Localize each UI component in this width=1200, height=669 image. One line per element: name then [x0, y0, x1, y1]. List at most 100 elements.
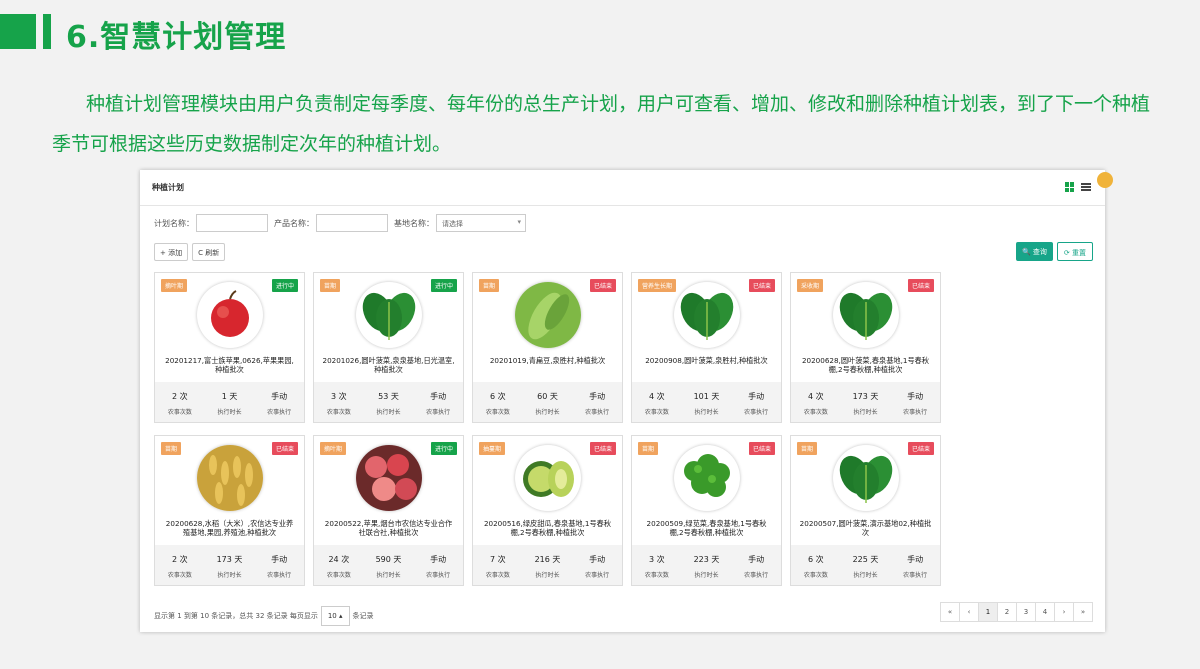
duration-label: 执行时长: [535, 572, 560, 579]
exec-stat: 手动 农事执行: [731, 382, 781, 422]
page-button[interactable]: »: [1073, 602, 1093, 622]
page-button[interactable]: «: [940, 602, 960, 622]
title-accent-block: [0, 14, 36, 49]
exec-stat: 手动 农事执行: [890, 545, 940, 585]
page-button[interactable]: 4: [1035, 602, 1055, 622]
page-size-select[interactable]: 10 ▴: [320, 606, 350, 626]
exec-label: 农事执行: [585, 572, 610, 579]
plan-card[interactable]: 苗期 已结束 20200509,绿苋菜,春泉基地,1号春秋棚,2号春秋棚,种植批次 3…: [631, 435, 782, 586]
duration-stat: 173 天执行时长: [841, 382, 891, 422]
farm-count-stat: 6 次农事次数: [473, 382, 523, 422]
duration-stat: 60 天执行时长: [523, 382, 573, 422]
farm-count-value: 6 次: [808, 555, 824, 564]
apple-photo: [197, 282, 263, 348]
refresh-button[interactable]: C 刷新: [192, 243, 226, 261]
duration-value: 101 天: [693, 392, 720, 401]
plan-card[interactable]: 摘叶期 进行中 20200522,苹果,烟台市农信达专业合作社联合社,种植批次 24 …: [313, 435, 464, 586]
apples-photo: [356, 445, 422, 511]
pagination-info-suffix: 条记录: [352, 612, 374, 620]
card-title: 20200507,圆叶菠菜,演示基地02,种植批次: [799, 519, 932, 537]
page-button[interactable]: ‹: [959, 602, 979, 622]
product-name-label: 产品名称：: [274, 218, 314, 228]
plan-card-grid: 摘叶期 进行中 20201217,富士族苹果,0626,苹果果园,种植批次 2 次农事…: [154, 272, 954, 586]
card-stats: 4 次农事次数 173 天执行时长 手动 农事执行: [791, 382, 940, 422]
greens-photo: [674, 445, 740, 511]
plan-name-input[interactable]: [196, 214, 268, 232]
exec-value: 手动: [748, 392, 765, 401]
farm-count-value: 3 次: [331, 392, 347, 401]
plan-card[interactable]: 苗期 进行中 20201026,圆叶菠菜,泉泉基地,日光温室,种植批次 3 次农事次数…: [313, 272, 464, 423]
farm-count-label: 农事次数: [803, 572, 828, 579]
card-title: 20201019,青扁豆,泉胜村,种植批次: [489, 356, 606, 365]
base-name-label: 基地名称：: [394, 218, 434, 228]
farm-count-value: 6 次: [490, 392, 506, 401]
duration-label: 执行时长: [853, 572, 878, 579]
exec-stat: 手动 农事执行: [413, 545, 463, 585]
growth-stage-badge: 摘叶期: [161, 279, 188, 292]
duration-value: 60 天: [537, 392, 558, 401]
farm-count-value: 4 次: [649, 392, 665, 401]
duration-value: 216 天: [534, 555, 561, 564]
farm-count-label: 农事次数: [485, 572, 510, 579]
exec-label: 农事执行: [426, 409, 451, 416]
page-button[interactable]: 2: [997, 602, 1017, 622]
card-stats: 3 次农事次数 53 天执行时长 手动 农事执行: [314, 382, 463, 422]
exec-value: 手动: [589, 392, 606, 401]
plan-card[interactable]: 苗期 已结束 20200507,圆叶菠菜,演示基地02,种植批次 6 次农事次数 225…: [790, 435, 941, 586]
grid-view-icon[interactable]: [1065, 182, 1075, 192]
page-button[interactable]: ›: [1054, 602, 1074, 622]
plan-card[interactable]: 抽蔓期 已结束 20200516,绿皮甜瓜,春泉基地,1号春秋棚,2号春秋棚,种植批…: [472, 435, 623, 586]
exec-label: 农事执行: [903, 409, 928, 416]
duration-stat: 223 天执行时长: [682, 545, 732, 585]
list-view-icon[interactable]: [1081, 182, 1091, 192]
exec-label: 农事执行: [267, 409, 292, 416]
pagination-info: 显示第 1 到第 10 条记录，总共 32 条记录 每页显示 10 ▴ 条记录: [154, 606, 374, 626]
farm-count-stat: 24 次农事次数: [314, 545, 364, 585]
card-stats: 24 次农事次数 590 天执行时长 手动 农事执行: [314, 545, 463, 585]
status-badge: 已结束: [748, 442, 775, 455]
duration-stat: 225 天执行时长: [841, 545, 891, 585]
plan-card[interactable]: 苗期 已结束 20201019,青扁豆,泉胜村,种植批次 6 次农事次数 60 天执行时…: [472, 272, 623, 423]
growth-stage-badge: 苗期: [638, 442, 659, 455]
slide-description: 种植计划管理模块由用户负责制定每季度、每年份的总生产计划，用户可查看、增加、修改…: [52, 93, 1151, 155]
exec-label: 农事执行: [426, 572, 451, 579]
duration-label: 执行时长: [694, 409, 719, 416]
page-button[interactable]: 1: [978, 602, 998, 622]
plan-card[interactable]: 苗期 已结束 20200628,水稻（大米）,农信达专业养殖基地,果园,养殖池,种植…: [154, 435, 305, 586]
farm-count-value: 24 次: [328, 555, 350, 564]
duration-stat: 101 天执行时长: [682, 382, 732, 422]
farm-count-label: 农事次数: [326, 572, 351, 579]
exec-value: 手动: [430, 555, 447, 564]
status-badge: 已结束: [907, 279, 934, 292]
exec-stat: 手动 农事执行: [254, 545, 304, 585]
exec-stat: 手动 农事执行: [890, 382, 940, 422]
filter-bar: 计划名称： 产品名称： 基地名称： 请选择: [154, 214, 526, 232]
card-title: 20200509,绿苋菜,春泉基地,1号春秋棚,2号春秋棚,种植批次: [646, 519, 767, 537]
search-button[interactable]: 🔍 查询: [1015, 242, 1053, 261]
status-badge: 已结束: [907, 442, 934, 455]
user-avatar[interactable]: [1097, 172, 1113, 188]
base-name-select[interactable]: 请选择: [436, 214, 526, 232]
view-toggle: [1065, 182, 1091, 192]
farm-count-stat: 2 次农事次数: [155, 545, 205, 585]
farm-count-stat: 6 次农事次数: [791, 545, 841, 585]
spinach-photo: [833, 282, 899, 348]
plan-card[interactable]: 摘叶期 进行中 20201217,富士族苹果,0626,苹果果园,种植批次 2 次农事…: [154, 272, 305, 423]
plan-card[interactable]: 营养生长期 已结束 20200908,圆叶菠菜,泉胜村,种植批次 4 次农事次数 101…: [631, 272, 782, 423]
card-title: 20200522,苹果,烟台市农信达专业合作社联合社,种植批次: [324, 519, 453, 537]
duration-stat: 1 天执行时长: [205, 382, 255, 422]
duration-value: 590 天: [375, 555, 402, 564]
title-accent-bar: [43, 14, 51, 49]
duration-stat: 590 天执行时长: [364, 545, 414, 585]
add-button[interactable]: + 添加: [154, 243, 189, 261]
page-button[interactable]: 3: [1016, 602, 1036, 622]
reset-button[interactable]: ⟳ 重置: [1056, 242, 1093, 261]
plan-card[interactable]: 采收期 已结束 20200628,圆叶菠菜,春泉基地,1号春秋棚,2号春秋棚,种植批…: [790, 272, 941, 423]
card-title: 20200628,水稻（大米）,农信达专业养殖基地,果园,养殖池,种植批次: [165, 519, 294, 537]
farm-count-stat: 4 次农事次数: [791, 382, 841, 422]
exec-value: 手动: [748, 555, 765, 564]
panel-title: 种植计划: [152, 183, 184, 192]
product-name-input[interactable]: [316, 214, 388, 232]
exec-stat: 手动 农事执行: [572, 545, 622, 585]
duration-label: 执行时长: [376, 409, 401, 416]
